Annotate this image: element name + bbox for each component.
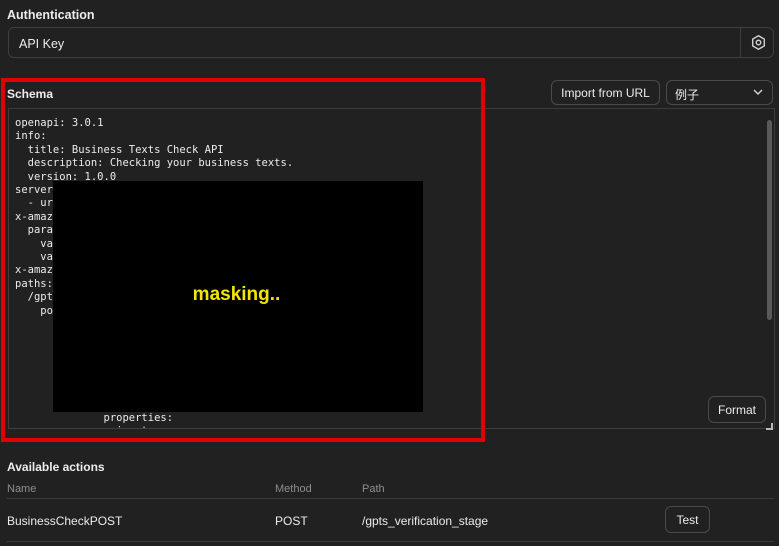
gear-icon[interactable] bbox=[750, 34, 767, 51]
masking-label: masking.. bbox=[192, 284, 281, 305]
chevron-down-icon bbox=[753, 89, 763, 96]
authentication-select[interactable]: API Key bbox=[8, 27, 774, 58]
editor-scrollbar[interactable] bbox=[767, 120, 772, 320]
column-header-method: Method bbox=[275, 483, 312, 495]
code-line: input: bbox=[15, 425, 293, 428]
example-select[interactable]: 例子 bbox=[666, 80, 773, 105]
code-line: info: bbox=[15, 130, 47, 143]
column-header-name: Name bbox=[7, 483, 37, 495]
column-header-path: Path bbox=[362, 483, 385, 495]
masking-overlay: masking.. bbox=[53, 181, 423, 412]
action-method: POST bbox=[275, 514, 308, 528]
divider bbox=[7, 541, 774, 542]
authentication-title: Authentication bbox=[7, 8, 95, 22]
divider bbox=[7, 498, 774, 499]
code-line: properties: bbox=[15, 411, 174, 424]
test-button[interactable]: Test bbox=[665, 506, 710, 533]
divider bbox=[740, 28, 741, 57]
authentication-value: API Key bbox=[19, 37, 65, 51]
available-actions-title: Available actions bbox=[7, 460, 105, 474]
schema-label: Schema bbox=[7, 87, 54, 101]
code-line: description: Checking your business text… bbox=[15, 157, 294, 170]
example-select-value: 例子 bbox=[675, 88, 700, 102]
code-line: openapi: 3.0.1 bbox=[15, 117, 104, 129]
action-path: /gpts_verification_stage bbox=[362, 514, 489, 528]
action-name: BusinessCheckPOST bbox=[7, 514, 123, 528]
code-line: title: Business Texts Check API bbox=[15, 143, 224, 156]
resize-handle[interactable] bbox=[766, 423, 773, 430]
import-from-url-button[interactable]: Import from URL bbox=[551, 80, 660, 105]
format-button[interactable]: Format bbox=[708, 396, 766, 423]
